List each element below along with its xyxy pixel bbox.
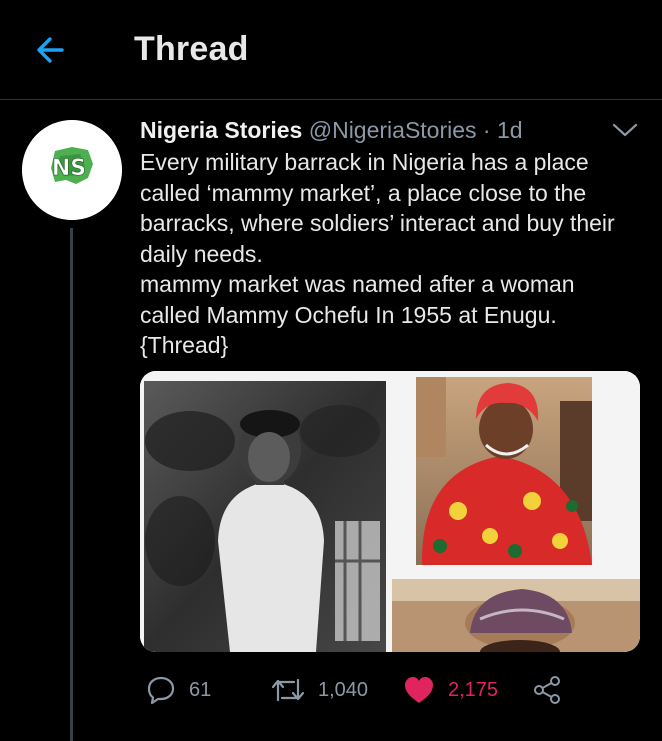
color-photo-woman xyxy=(416,377,592,565)
display-name[interactable]: Nigeria Stories xyxy=(140,117,302,143)
page-title: Thread xyxy=(134,30,249,68)
reply-button[interactable]: 61 xyxy=(145,670,211,710)
top-bar: Thread xyxy=(0,0,662,100)
retweet-icon xyxy=(271,678,305,702)
avatar[interactable]: NS xyxy=(22,120,122,220)
tweet-actions: 61 1,040 2,175 xyxy=(140,670,640,710)
retweet-count: 1,040 xyxy=(318,678,369,701)
user-handle[interactable]: @NigeriaStories xyxy=(309,117,477,143)
tweet-text-paragraph: mammy market was named after a woman cal… xyxy=(140,271,575,328)
black-and-white-photo xyxy=(144,381,386,652)
share-icon xyxy=(534,676,560,704)
share-button[interactable] xyxy=(531,670,563,710)
nigeria-stories-logo-icon: NS xyxy=(22,120,122,220)
back-button[interactable] xyxy=(32,30,72,70)
thread-connector-line xyxy=(70,228,73,741)
partial-photo-headwrap xyxy=(392,579,640,652)
retweet-button[interactable]: 1,040 xyxy=(270,670,368,710)
heart-icon xyxy=(405,677,433,703)
reply-count: 61 xyxy=(189,678,212,701)
arrow-left-icon xyxy=(37,37,64,63)
reply-icon xyxy=(147,676,175,705)
tweet-menu-button[interactable] xyxy=(610,118,640,142)
svg-text:NS: NS xyxy=(52,156,86,181)
like-count: 2,175 xyxy=(448,678,499,701)
tweet-header: Nigeria Stories @NigeriaStories · 1d xyxy=(140,117,523,144)
tweet-text-paragraph: {Thread} xyxy=(140,332,229,358)
tweet-text: Every military barrack in Nigeria has a … xyxy=(140,147,630,361)
tweet-text-paragraph: Every military barrack in Nigeria has a … xyxy=(140,149,615,267)
tweet-photo-collage xyxy=(140,371,640,652)
tweet-time: · 1d xyxy=(476,117,523,143)
chevron-down-icon xyxy=(612,123,638,137)
like-button[interactable]: 2,175 xyxy=(402,670,498,710)
tweet-media[interactable] xyxy=(140,371,640,652)
